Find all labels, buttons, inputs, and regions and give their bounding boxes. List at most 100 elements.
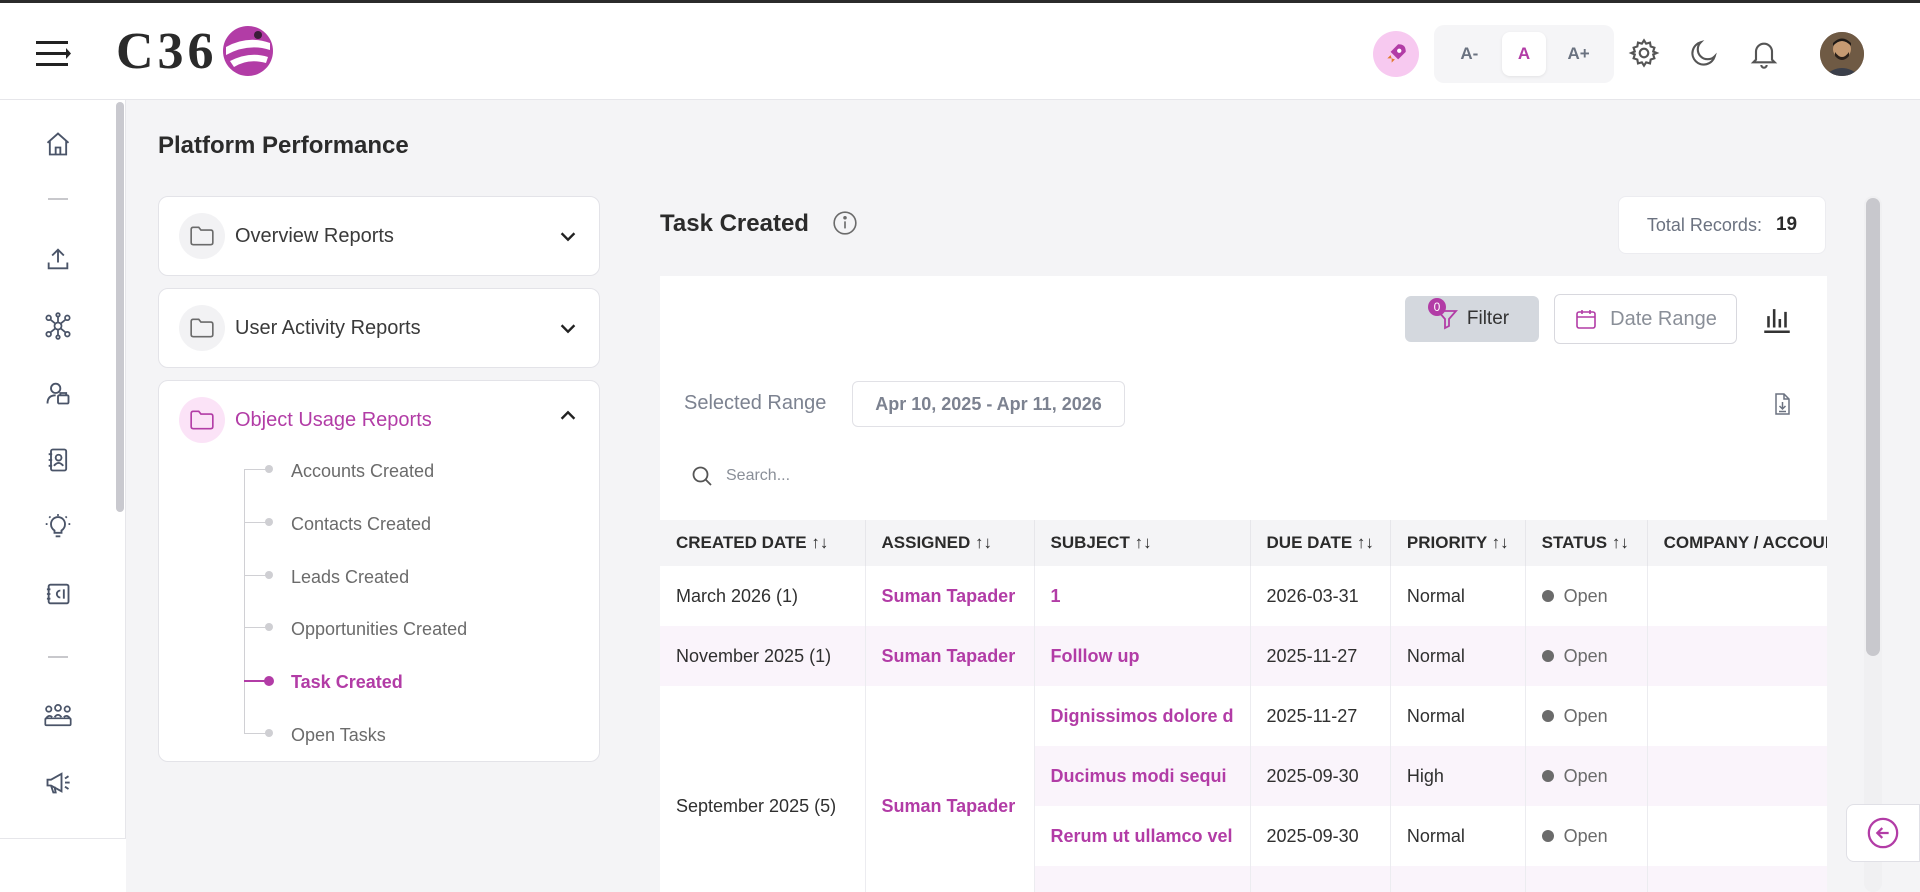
page-scrollbar-thumb[interactable] — [1866, 198, 1880, 656]
subject-link[interactable]: Ducimus modi sequi — [1034, 746, 1251, 806]
selected-range-label: Selected Range — [684, 392, 827, 414]
submenu-item-task-created[interactable]: Task Created — [291, 672, 403, 693]
search-input[interactable] — [726, 467, 1026, 485]
sidebar-divider — [48, 656, 68, 658]
submenu-item-open-tasks[interactable]: Open Tasks — [291, 725, 386, 746]
column-assigned[interactable]: ASSIGNED ↑↓ — [865, 520, 1035, 566]
chevron-down-icon[interactable] — [557, 317, 579, 339]
arrow-left-circle-icon — [1867, 817, 1899, 849]
column-subject[interactable]: SUBJECT ↑↓ — [1034, 520, 1251, 566]
object-usage-reports-section: Object Usage Reports Accounts Created Co… — [158, 380, 600, 762]
column-status[interactable]: STATUS ↑↓ — [1525, 520, 1648, 566]
priority-cell: Normal — [1390, 626, 1526, 686]
status-cell — [1525, 866, 1648, 892]
chevron-down-icon[interactable] — [557, 225, 579, 247]
download-file-icon[interactable] — [1770, 392, 1794, 416]
logo-text: C36 — [116, 22, 218, 80]
table-header-row: CREATED DATE ↑↓ ASSIGNED ↑↓ SUBJECT ↑↓ D… — [660, 520, 1827, 566]
subject-link[interactable]: Rerum ut ullamco vel — [1034, 806, 1251, 866]
avatar[interactable] — [1820, 32, 1864, 76]
home-icon[interactable] — [38, 124, 78, 164]
bell-icon[interactable] — [1746, 35, 1782, 71]
status-dot-icon — [1541, 830, 1554, 843]
submenu-item-opportunities-created[interactable]: Opportunities Created — [291, 619, 467, 640]
sidebar-footer — [0, 838, 126, 892]
subject-cell — [1034, 866, 1251, 892]
upload-icon[interactable] — [38, 239, 78, 279]
status-dot-icon — [1541, 650, 1554, 663]
filter-count-badge: 0 — [1428, 298, 1446, 316]
subject-link[interactable]: 1 — [1034, 566, 1251, 626]
tree-dot — [265, 571, 273, 579]
filter-button[interactable]: Filter — [1405, 296, 1539, 342]
created-date-cell: September 2025 (5) — [660, 686, 866, 892]
status-dot-icon — [1541, 710, 1554, 723]
submenu-item-leads-created[interactable]: Leads Created — [291, 567, 409, 588]
due-date-cell: 2025-09-30 — [1250, 746, 1391, 806]
bar-chart-icon[interactable] — [1760, 302, 1794, 336]
priority-cell: High — [1390, 746, 1526, 806]
rocket-button[interactable] — [1373, 31, 1419, 77]
rocket-icon — [1387, 44, 1406, 63]
logo[interactable]: C36 — [116, 21, 276, 81]
sidebar-divider — [48, 198, 68, 200]
due-date-cell: 2026-03-31 — [1250, 566, 1391, 626]
status-cell: Open — [1525, 566, 1648, 626]
report-title: Task Created — [660, 210, 809, 237]
column-company-account[interactable]: COMPANY / ACCOUNT — [1647, 520, 1827, 566]
sidebar-scrollbar[interactable] — [116, 102, 124, 512]
column-created-date[interactable]: CREATED DATE ↑↓ — [660, 520, 866, 566]
gear-icon[interactable] — [1626, 35, 1662, 71]
tasks-table: CREATED DATE ↑↓ ASSIGNED ↑↓ SUBJECT ↑↓ D… — [660, 520, 1827, 892]
tree-branch — [244, 733, 266, 734]
column-priority[interactable]: PRIORITY ↑↓ — [1390, 520, 1526, 566]
font-increase-button[interactable]: A+ — [1557, 32, 1601, 76]
collapse-panel-button[interactable] — [1846, 804, 1920, 862]
due-date-cell: 2025-11-27 — [1250, 626, 1391, 686]
column-due-date[interactable]: DUE DATE ↑↓ — [1250, 520, 1391, 566]
table-row[interactable]: November 2025 (1) Suman Tapader Folllow … — [660, 626, 1827, 686]
folder-icon — [179, 213, 225, 259]
overview-reports-section[interactable]: Overview Reports — [158, 196, 600, 276]
search-bar — [690, 464, 1026, 488]
tree-dot — [265, 623, 273, 631]
assigned-link[interactable]: Suman Tapader — [865, 566, 1035, 626]
table-row[interactable]: September 2025 (5) Suman Tapader Digniss… — [660, 686, 1827, 892]
subject-link[interactable]: Folllow up — [1034, 626, 1251, 686]
submenu-item-accounts-created[interactable]: Accounts Created — [291, 461, 434, 482]
date-range-button[interactable]: Date Range — [1554, 294, 1737, 344]
tree-branch-active — [244, 680, 266, 682]
users-icon[interactable] — [38, 373, 78, 413]
search-icon — [692, 466, 712, 486]
tree-dot-active — [264, 676, 274, 686]
section-title: User Activity Reports — [235, 316, 421, 339]
assigned-link[interactable]: Suman Tapader — [865, 686, 1035, 892]
group-icon[interactable] — [38, 696, 78, 736]
tree-branch — [244, 522, 266, 523]
assigned-link[interactable]: Suman Tapader — [865, 626, 1035, 686]
status-dot-icon — [1541, 590, 1554, 603]
font-default-button[interactable]: A — [1501, 32, 1546, 76]
user-activity-reports-section[interactable]: User Activity Reports — [158, 288, 600, 368]
info-icon[interactable] — [832, 210, 858, 236]
status-dot-icon — [1541, 770, 1554, 783]
chevron-up-icon[interactable] — [557, 405, 579, 427]
megaphone-icon[interactable] — [38, 762, 78, 802]
font-size-switcher: A- A A+ — [1434, 25, 1614, 83]
sidebar — [0, 100, 126, 892]
subject-link[interactable]: Dignissimos dolore d — [1034, 686, 1251, 746]
menu-icon[interactable] — [36, 39, 72, 69]
moon-icon[interactable] — [1686, 35, 1722, 71]
company-cell — [1647, 686, 1827, 746]
network-icon[interactable] — [38, 306, 78, 346]
section-title: Object Usage Reports — [235, 408, 432, 431]
font-decrease-button[interactable]: A- — [1447, 32, 1491, 76]
submenu-item-contacts-created[interactable]: Contacts Created — [291, 514, 431, 535]
status-cell: Open — [1525, 686, 1648, 746]
object-usage-header[interactable]: Object Usage Reports — [159, 381, 599, 459]
bulb-icon[interactable] — [38, 507, 78, 547]
card-icon[interactable] — [38, 574, 78, 614]
table-row[interactable]: March 2026 (1) Suman Tapader 1 2026-03-3… — [660, 566, 1827, 626]
contacts-icon[interactable] — [38, 440, 78, 480]
status-cell: Open — [1525, 806, 1648, 866]
